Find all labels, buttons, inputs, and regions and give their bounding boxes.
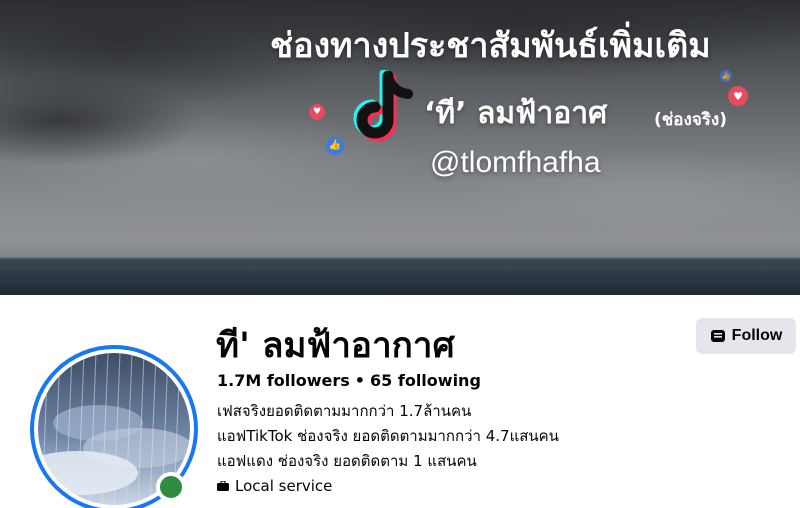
followers-count[interactable]: 1.7M followers <box>217 371 350 390</box>
cover-photo[interactable]: ช่องทางประชาสัมพันธ์เพิ่มเติม ‘ที’ ลมฟ้า… <box>0 0 800 295</box>
bio-line-1: เฟสจริงยอดติดตามมากกว่า 1.7ล้านคน <box>217 402 472 420</box>
bio-line-3: แอฟแดง ช่องจริง ยอดติดตาม 1 แสนคน <box>217 452 477 470</box>
following-count[interactable]: 65 following <box>370 371 481 390</box>
online-status-dot <box>156 472 186 502</box>
follow-stats: 1.7M followers • 65 following <box>217 371 481 390</box>
tiktok-logo-icon <box>353 70 413 142</box>
follow-button[interactable]: Follow <box>696 318 796 354</box>
cover-headline: ช่องทางประชาสัมพันธ์เพิ่มเติม <box>270 26 711 66</box>
heart-icon: ♥ <box>309 104 325 120</box>
thumbs-up-icon: 👍 <box>720 70 732 82</box>
page-title: ที' ลมฟ้าอากาศ <box>216 326 455 366</box>
category-label: Local service <box>235 477 333 495</box>
cover-page-tag: (ช่องจริง) <box>654 110 727 130</box>
stats-separator: • <box>354 371 366 390</box>
cover-handle: @tlomfhafha <box>430 146 601 179</box>
thumbs-up-icon: 👍 <box>326 137 344 155</box>
follow-icon <box>710 330 725 342</box>
briefcase-icon <box>217 481 229 491</box>
heart-icon: ♥ <box>728 86 748 106</box>
cover-page-name: ‘ที’ ลมฟ้าอาศ <box>424 96 608 131</box>
page-category: Local service <box>217 477 332 495</box>
follow-button-label: Follow <box>731 327 783 344</box>
bio-line-2: แอฟTikTok ช่องจริง ยอดติดตามมากกว่า 4.7แ… <box>217 427 559 445</box>
